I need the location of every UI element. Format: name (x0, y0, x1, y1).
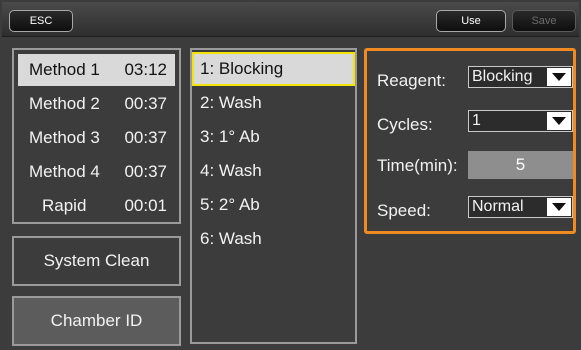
time-label: Time(min): (377, 156, 458, 175)
method-name: Method 1 (29, 60, 100, 79)
chevron-down-icon[interactable] (547, 68, 571, 86)
method-list: Method 1 03:12 Method 2 00:37 Method 3 0… (12, 48, 181, 224)
speed-dropdown[interactable]: Normal (468, 196, 573, 218)
method-time: 00:37 (124, 128, 167, 147)
speed-label: Speed: (377, 201, 431, 220)
chamber-id-button[interactable]: Chamber ID (12, 296, 181, 346)
step-item-6[interactable]: 6: Wash (192, 222, 355, 256)
save-button[interactable]: Save (512, 10, 576, 32)
method-row-1[interactable]: Method 1 03:12 (18, 54, 175, 86)
step-item-3[interactable]: 3: 1° Ab (192, 120, 355, 154)
step-item-1[interactable]: 1: Blocking (192, 52, 355, 86)
step-item-4[interactable]: 4: Wash (192, 154, 355, 188)
method-time: 03:12 (124, 60, 167, 79)
method-time: 00:37 (124, 162, 167, 181)
step-item-5[interactable]: 5: 2° Ab (192, 188, 355, 222)
top-bar: ESC Use Save (2, 2, 579, 37)
method-row-2[interactable]: Method 2 00:37 (18, 88, 175, 120)
system-clean-button[interactable]: System Clean (12, 236, 181, 286)
cycles-value: 1 (472, 112, 481, 129)
method-name: Method 2 (29, 94, 100, 113)
screen: ESC Use Save Method 1 03:12 Method 2 00:… (0, 0, 581, 350)
chevron-down-icon[interactable] (547, 198, 571, 216)
time-input[interactable]: 5 (468, 151, 573, 179)
esc-button[interactable]: ESC (9, 10, 73, 32)
method-time: 00:37 (124, 94, 167, 113)
method-row-4[interactable]: Method 4 00:37 (18, 156, 175, 188)
step-list: 1: Blocking 2: Wash 3: 1° Ab 4: Wash 5: … (190, 48, 357, 344)
step-settings-panel: Reagent: Blocking Cycles: 1 Time(min): 5… (364, 48, 576, 234)
cycles-label: Cycles: (377, 115, 433, 134)
speed-value: Normal (472, 198, 524, 215)
method-row-rapid[interactable]: Rapid 00:01 (18, 190, 175, 222)
chevron-down-icon[interactable] (547, 112, 571, 130)
reagent-label: Reagent: (377, 71, 446, 90)
method-time: 00:01 (124, 196, 167, 215)
reagent-value: Blocking (472, 68, 533, 85)
method-row-3[interactable]: Method 3 00:37 (18, 122, 175, 154)
step-item-2[interactable]: 2: Wash (192, 86, 355, 120)
method-name: Method 3 (29, 128, 100, 147)
cycles-dropdown[interactable]: 1 (468, 110, 573, 132)
use-button[interactable]: Use (436, 10, 506, 32)
method-name: Rapid (42, 196, 87, 215)
reagent-dropdown[interactable]: Blocking (468, 66, 573, 88)
method-name: Method 4 (29, 162, 100, 181)
